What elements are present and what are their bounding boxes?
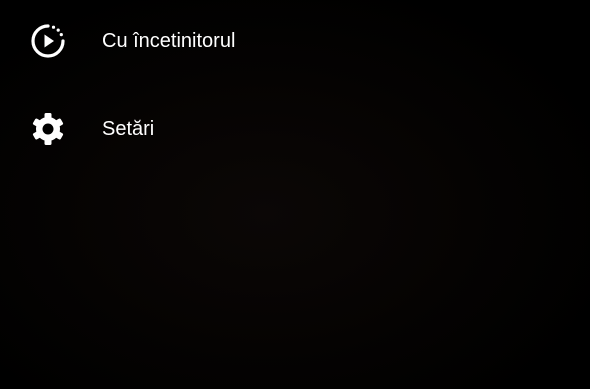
menu-item-slow-motion[interactable]: Cu încetinitorul bbox=[0, 9, 590, 73]
settings-gear-icon bbox=[29, 110, 67, 148]
slow-motion-icon bbox=[29, 22, 67, 60]
popup-menu: Cu încetinitorul Setări bbox=[0, 0, 590, 389]
menu-item-label: Setări bbox=[102, 118, 155, 140]
menu-item-label: Cu încetinitorul bbox=[102, 30, 236, 52]
menu-item-settings[interactable]: Setări bbox=[0, 97, 590, 161]
